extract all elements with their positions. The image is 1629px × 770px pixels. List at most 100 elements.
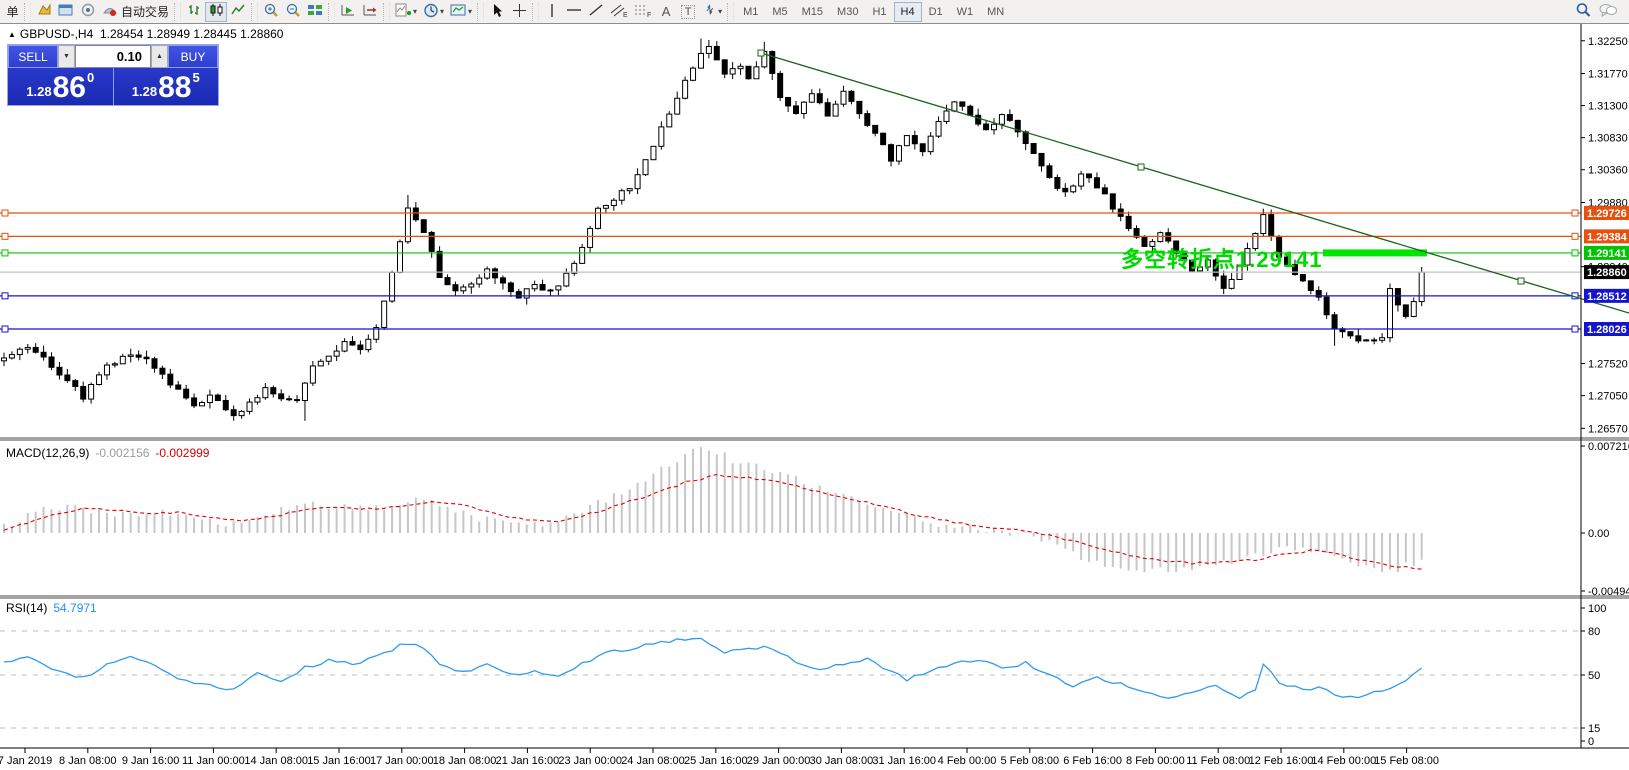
line-handle[interactable] <box>1572 210 1578 216</box>
timeframe-button-m5[interactable]: M5 <box>765 2 794 22</box>
toolbar-separator <box>477 3 484 21</box>
timeframe-button-h4[interactable]: H4 <box>894 2 922 22</box>
candle-body <box>944 111 949 121</box>
fibonacci-tool-button[interactable]: F <box>631 2 655 22</box>
candle-body <box>334 351 339 356</box>
candle-body <box>857 101 862 113</box>
line-handle[interactable] <box>2 210 8 216</box>
autotrading-button[interactable]: 自动交易 <box>99 2 172 22</box>
templates-caret-icon: ▾ <box>468 7 472 16</box>
candle-body <box>17 349 22 354</box>
timeframe-toolbar: M1M5M15M30H1H4D1W1MN <box>736 2 1011 22</box>
search-button[interactable] <box>1572 2 1595 22</box>
fibo-sub-label: F <box>647 12 651 18</box>
line-handle[interactable] <box>2 326 8 332</box>
descending-trendline[interactable] <box>761 53 1629 313</box>
timeframe-button-mn[interactable]: MN <box>980 2 1011 22</box>
line-handle[interactable] <box>2 233 8 239</box>
candle-body <box>952 102 957 111</box>
autotrading-label: 自动交易 <box>121 3 169 20</box>
timeframe-button-m1[interactable]: M1 <box>736 2 765 22</box>
highlight-bar[interactable] <box>1323 249 1427 256</box>
rsi-line <box>4 638 1422 698</box>
line-handle[interactable] <box>1572 250 1578 256</box>
buy-price[interactable]: 1.28 88 5 <box>114 68 219 105</box>
date-tick-label: 31 Jan 16:00 <box>872 755 936 767</box>
candle-body <box>73 381 78 387</box>
candle-body <box>1403 305 1408 317</box>
cursor-tool-button[interactable] <box>486 2 508 22</box>
candle-body <box>651 146 656 159</box>
candle-body <box>524 289 529 298</box>
macd-signal-line <box>4 475 1422 570</box>
zoom-in-button[interactable] <box>260 2 282 22</box>
search-icon <box>1575 2 1592 21</box>
auto-scroll-button[interactable] <box>337 2 359 22</box>
trendline-tool-button[interactable] <box>585 2 607 22</box>
text-label-tool-button[interactable]: T <box>677 2 699 22</box>
tile-windows-button[interactable] <box>304 2 326 22</box>
vertical-line-tool-button[interactable] <box>541 2 563 22</box>
buy-button[interactable]: BUY <box>168 45 218 68</box>
metaeditor-icon <box>58 3 74 20</box>
line-handle[interactable] <box>2 250 8 256</box>
candle-body <box>25 347 30 349</box>
equidistant-channel-tool-button[interactable]: E <box>607 2 631 22</box>
candle-body <box>152 359 157 368</box>
candle-body <box>413 208 418 220</box>
arrows-icon <box>702 3 717 20</box>
sell-button[interactable]: SELL <box>8 45 58 68</box>
line-chart-button[interactable] <box>227 2 249 22</box>
community-button[interactable] <box>1595 2 1621 22</box>
timeframe-button-m30[interactable]: M30 <box>830 2 865 22</box>
chart-annotation-text[interactable]: 多空转折点1.29141 <box>1121 242 1323 274</box>
chart-canvas[interactable]: 1.322501.317701.313001.308301.303601.298… <box>0 24 1629 770</box>
volume-input[interactable]: 0.10 <box>75 45 151 68</box>
new-chart-button[interactable] <box>33 2 55 22</box>
indicators-button[interactable]: ▾ <box>392 2 420 22</box>
metaeditor-button[interactable] <box>55 2 77 22</box>
line-chart-icon <box>231 3 246 20</box>
volume-increase-button[interactable]: ▲ <box>151 45 168 68</box>
timeframe-button-d1[interactable]: D1 <box>922 2 950 22</box>
trendline-handle[interactable] <box>758 50 764 56</box>
trendline-handle[interactable] <box>1518 278 1524 284</box>
price-tick-label: 1.26570 <box>1588 423 1628 435</box>
periods-button[interactable]: ▾ <box>420 2 447 22</box>
candle-body <box>223 400 228 409</box>
collapse-chart-icon[interactable]: ▲ <box>8 30 16 39</box>
signals-button[interactable] <box>77 2 99 22</box>
new-order-button[interactable]: 单 <box>0 2 22 22</box>
price-tick-label: 1.27520 <box>1588 359 1628 371</box>
line-handle[interactable] <box>1572 233 1578 239</box>
sell-price[interactable]: 1.28 86 0 <box>8 68 114 105</box>
candle-body <box>445 278 450 285</box>
line-handle[interactable] <box>2 293 8 299</box>
candle-body <box>477 278 482 284</box>
candle-body <box>271 388 276 394</box>
candlestick-chart-button[interactable] <box>205 2 227 22</box>
timeframe-button-m15[interactable]: M15 <box>795 2 830 22</box>
candle-body <box>873 125 878 133</box>
crosshair-tool-button[interactable] <box>508 2 530 22</box>
chart-shift-button[interactable] <box>359 2 381 22</box>
candle-body <box>1261 215 1266 234</box>
text-tool-button[interactable]: A <box>655 2 677 22</box>
templates-button[interactable]: ▾ <box>447 2 475 22</box>
timeframe-button-h1[interactable]: H1 <box>865 2 893 22</box>
volume-decrease-button[interactable]: ▼ <box>58 45 75 68</box>
rsi-indicator-label: RSI(14)54.7971 <box>6 601 97 615</box>
candle-body <box>1308 281 1313 291</box>
candle-body <box>580 247 585 263</box>
bar-chart-button[interactable] <box>183 2 205 22</box>
timeframe-button-w1[interactable]: W1 <box>950 2 981 22</box>
line-handle[interactable] <box>1572 326 1578 332</box>
horizontal-line-tool-button[interactable] <box>563 2 585 22</box>
candle-body <box>310 366 315 383</box>
arrows-tool-button[interactable]: ▾ <box>699 2 725 22</box>
new-chart-icon <box>36 3 52 20</box>
candle-body <box>889 145 894 161</box>
trendline-handle[interactable] <box>1138 164 1144 170</box>
zoom-out-button[interactable] <box>282 2 304 22</box>
candle-body <box>746 66 751 79</box>
